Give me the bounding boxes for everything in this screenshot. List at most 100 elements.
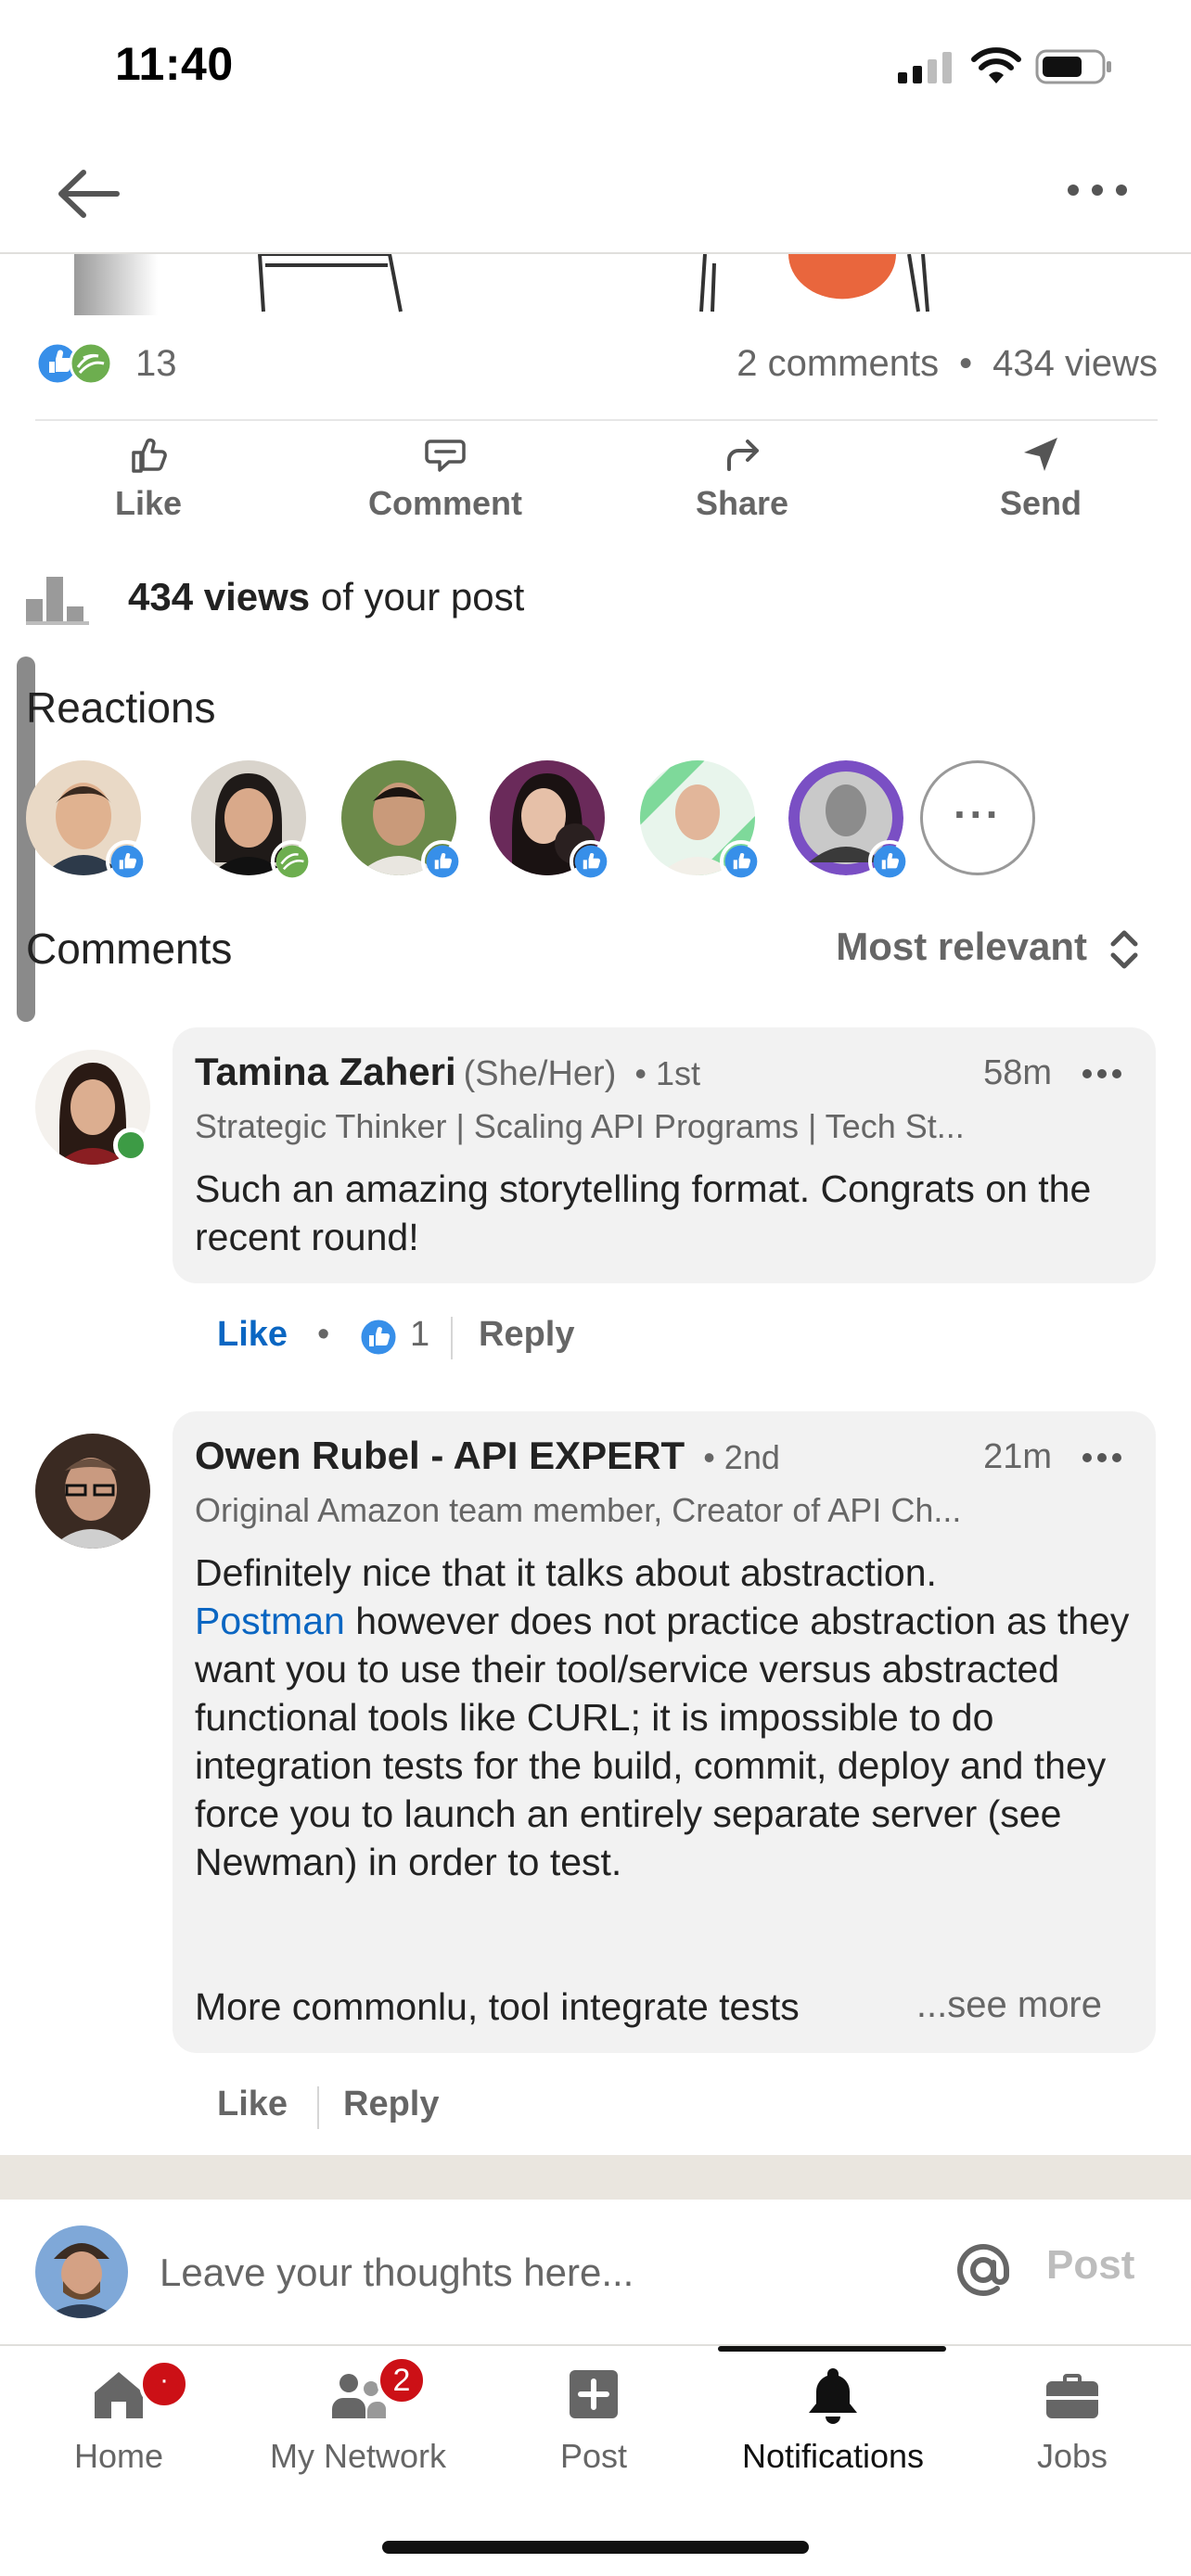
reactor-avatars: ···	[26, 760, 1065, 883]
more-options-icon[interactable]	[1065, 176, 1130, 204]
comment-like-button[interactable]: Like	[217, 1315, 288, 1355]
notification-badge: ·	[139, 2359, 189, 2409]
comment-actions: Like • 1 Reply	[195, 1309, 659, 1365]
like-thumb-icon	[132, 438, 167, 473]
status-time: 11:40	[115, 38, 234, 90]
avatar	[35, 2225, 128, 2318]
reactor-avatar[interactable]	[490, 760, 612, 883]
post-image[interactable]	[74, 254, 1117, 315]
reactor-avatar[interactable]	[191, 760, 314, 883]
commenter-name[interactable]: Tamina Zaheri	[195, 1050, 456, 1093]
support-reaction-icon	[69, 341, 113, 386]
wifi-icon	[971, 47, 1021, 83]
post-comment-button[interactable]: Post	[1046, 2242, 1134, 2289]
status-bar: 11:40	[0, 0, 1191, 130]
action-divider	[317, 2086, 319, 2129]
comment-reply-button[interactable]: Reply	[343, 2085, 439, 2124]
commenter-headline: Strategic Thinker | Scaling API Programs…	[195, 1107, 965, 1145]
sort-chevrons-icon	[1110, 930, 1138, 969]
post-views-row[interactable]: 434 views of your post	[26, 567, 1139, 632]
comments-count[interactable]: 2 comments	[736, 343, 939, 384]
post-plus-icon	[570, 2370, 618, 2418]
comment-bubble-icon	[425, 440, 466, 472]
tab-notifications[interactable]: Notifications	[724, 2346, 942, 2494]
home-icon	[95, 2372, 143, 2418]
commenter-name[interactable]: Owen Rubel - API EXPERT	[195, 1434, 685, 1477]
commenter-name-row: Owen Rubel - API EXPERT • 2nd	[195, 1434, 780, 1478]
views-rest: of your post	[310, 575, 525, 618]
tab-jobs[interactable]: Jobs	[1017, 2346, 1128, 2494]
comment-text-truncated: More commonlu, tool integrate tests	[195, 1985, 800, 2028]
comment-like-count[interactable]: 1	[410, 1315, 429, 1355]
dot-separator: •	[317, 1315, 330, 1354]
comment-input[interactable]	[160, 2240, 920, 2305]
more-reactors-button[interactable]: ···	[920, 760, 1035, 875]
comment-text: Such an amazing storytelling format. Con…	[195, 1167, 1092, 1258]
mention-at-icon[interactable]	[950, 2237, 1017, 2303]
cellular-signal-icon	[898, 52, 952, 83]
like-badge-icon	[720, 840, 762, 883]
post-image-illustration	[258, 254, 929, 312]
send-button[interactable]: Send	[939, 432, 1143, 534]
top-navigation-bar	[0, 130, 1191, 254]
comment-label: Comment	[367, 484, 522, 522]
tab-label: Home	[73, 2437, 164, 2475]
comment-time: 58m	[983, 1053, 1052, 1092]
bell-icon	[809, 2368, 857, 2424]
share-button[interactable]: Share	[640, 432, 844, 534]
like-badge-icon	[106, 840, 148, 883]
connection-degree: • 2nd	[703, 1438, 780, 1476]
commenter-headline: Original Amazon team member, Creator of …	[195, 1491, 962, 1529]
image-edge	[74, 254, 158, 315]
commenter-avatar[interactable]	[35, 1434, 150, 1549]
support-badge-icon	[271, 840, 314, 883]
share-arrow-icon	[727, 440, 759, 471]
see-more-link[interactable]: ...see more	[916, 1984, 1102, 2026]
comment-button[interactable]: Comment	[343, 432, 547, 534]
mention-link[interactable]: Postman	[195, 1600, 345, 1642]
like-badge-icon	[868, 840, 911, 883]
send-plane-icon	[1024, 438, 1057, 471]
comment-reply-button[interactable]: Reply	[479, 1315, 574, 1355]
reactor-avatar[interactable]	[788, 760, 911, 883]
like-label: Like	[114, 484, 183, 522]
reaction-summary-icons[interactable]	[35, 341, 126, 386]
like-badge-icon	[421, 840, 464, 883]
sort-comments-toggle[interactable]: Most relevant	[836, 924, 1143, 979]
reactor-avatar[interactable]	[341, 760, 464, 883]
sort-label: Most relevant	[836, 925, 1087, 969]
views-bold: 434 views	[128, 575, 311, 618]
comment-bubble[interactable]: Tamina Zaheri (She/Her) • 1st 58m Strategi…	[173, 1027, 1156, 1283]
briefcase-icon	[1046, 2374, 1098, 2418]
comment-more-icon[interactable]	[1082, 1068, 1122, 1079]
user-avatar	[35, 2225, 128, 2318]
comment-time: 21m	[983, 1437, 1052, 1476]
reaction-count[interactable]: 13	[135, 343, 177, 385]
tab-label: Notifications	[741, 2437, 925, 2475]
divider	[35, 419, 1158, 421]
share-label: Share	[695, 484, 789, 522]
comment-like-button[interactable]: Like	[217, 2085, 288, 2124]
tab-label: Jobs	[1036, 2437, 1108, 2475]
comment-text: Definitely nice that it talks about abst…	[195, 1549, 1132, 1886]
notification-badge: 2	[377, 2355, 427, 2405]
avatar	[35, 1434, 150, 1549]
battery-icon	[1035, 49, 1111, 84]
section-separator	[0, 2155, 1191, 2200]
tab-label: Post	[559, 2437, 628, 2475]
tab-post[interactable]: Post	[538, 2346, 649, 2494]
send-label: Send	[999, 484, 1082, 522]
dot-separator: •	[959, 343, 973, 384]
reactor-avatar[interactable]	[26, 760, 148, 883]
views-summary: 434 views of your post	[128, 575, 524, 619]
views-count[interactable]: 434 views	[992, 343, 1158, 384]
comment-more-icon[interactable]	[1082, 1452, 1122, 1463]
reactor-avatar[interactable]	[640, 760, 762, 883]
reactions-heading: Reactions	[26, 683, 216, 732]
tab-my-network[interactable]: My Network	[256, 2346, 460, 2494]
like-button[interactable]: Like	[46, 432, 250, 534]
comment-bubble[interactable]: Owen Rubel - API EXPERT • 2nd 21m Origina…	[173, 1411, 1156, 2053]
comments-heading: Comments	[26, 925, 233, 973]
home-indicator[interactable]	[382, 2541, 809, 2554]
back-arrow-icon[interactable]	[52, 161, 126, 226]
